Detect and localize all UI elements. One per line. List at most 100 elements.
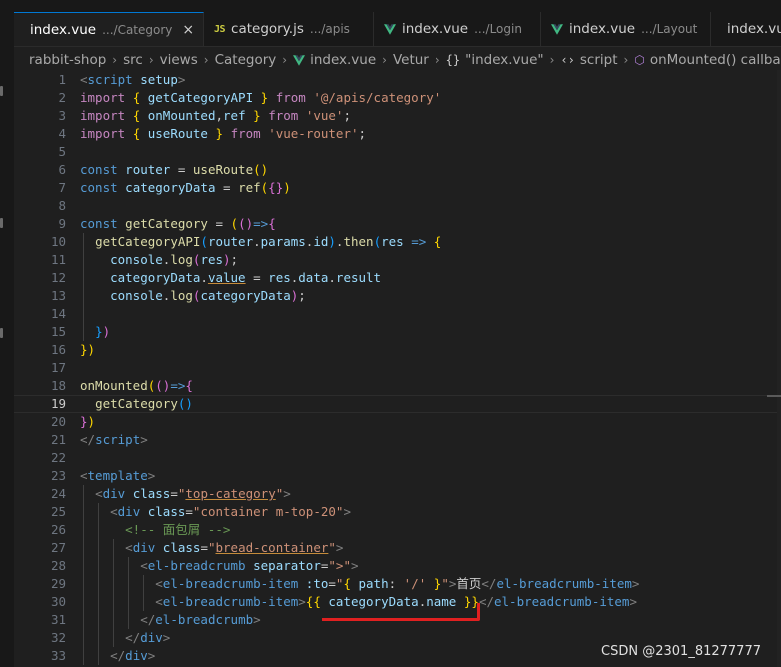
code-line[interactable]: 17	[14, 359, 781, 377]
code-line[interactable]: 26 <!-- 面包屑 -->	[14, 521, 781, 539]
tab-filename: index.vue	[727, 21, 781, 37]
code-line[interactable]: 22	[14, 449, 781, 467]
code-token: =	[200, 540, 208, 555]
code-token: )	[283, 180, 291, 195]
breadcrumb-item[interactable]: rabbit-shop	[29, 52, 106, 68]
code-line[interactable]: 12 categoryData.value = res.data.result	[14, 269, 781, 287]
code-token: {	[185, 378, 193, 393]
code-line[interactable]: 11 console.log(res);	[14, 251, 781, 269]
code-token: from	[268, 108, 299, 123]
code-token: div	[125, 648, 148, 663]
breadcrumb-label: Category	[214, 52, 277, 68]
scrollbar[interactable]	[777, 70, 781, 667]
code-token: useRoute	[147, 126, 208, 141]
breadcrumb-item[interactable]: Vetur	[393, 52, 429, 68]
code-text: </script>	[80, 431, 148, 449]
code-text: </el-breadcrumb>	[80, 611, 260, 629]
code-line[interactable]: 2 import { getCategoryAPI } from '@/apis/…	[14, 89, 781, 107]
code-text: <div class="top-category">	[80, 485, 291, 503]
code-token: =	[185, 504, 193, 519]
breadcrumb-item[interactable]: ⬡ onMounted() callback	[634, 52, 781, 68]
code-token: 'vue'	[305, 108, 344, 123]
breadcrumb-item[interactable]: Category	[215, 52, 277, 68]
code-token: =	[215, 180, 239, 195]
breadcrumb-item[interactable]: {} "index.vue"	[446, 52, 544, 68]
tab-filename: category.js	[231, 21, 304, 37]
code-line[interactable]: 8	[14, 197, 781, 215]
code-text: getCategoryAPI(router.params.id).then(re…	[80, 233, 441, 251]
code-token: ;	[343, 108, 351, 123]
cube-icon: ⬡	[634, 53, 645, 67]
code-line[interactable]: 13 console.log(categoryData);	[14, 287, 781, 305]
code-token: </	[481, 576, 497, 591]
breadcrumb-item[interactable]: ‹› script	[560, 52, 617, 68]
breadcrumb-item[interactable]: index.vue	[293, 52, 376, 68]
code-line[interactable]: 20})	[14, 413, 781, 431]
code-token: log	[170, 252, 193, 267]
code-text: <!-- 面包屑 -->	[80, 521, 230, 539]
code-token: el-breadcrumb	[155, 612, 254, 627]
indent-guide	[128, 557, 130, 629]
code-line[interactable]: 9 const getCategory = (()=>{	[14, 215, 781, 233]
code-line[interactable]: 1 <script setup>	[14, 71, 781, 89]
code-token: ;	[358, 126, 367, 141]
tab-filename: index.vue	[402, 21, 469, 37]
code-token: bread-container	[215, 540, 329, 555]
close-icon[interactable]: ×	[182, 22, 194, 38]
code-token: import	[80, 126, 126, 141]
code-text: console.log(res);	[80, 251, 238, 269]
line-number: 31	[50, 612, 66, 627]
code-line[interactable]: 10 getCategoryAPI(router.params.id).then…	[14, 233, 781, 251]
code-token: =	[245, 270, 269, 285]
line-number: 17	[50, 360, 66, 375]
code-line[interactable]: 23 <template>	[14, 467, 781, 485]
code-token: const	[80, 162, 118, 177]
line-number: 30	[50, 594, 66, 609]
code-token: value	[207, 270, 246, 285]
code-line[interactable]: 6 const router = useRoute()	[14, 161, 781, 179]
line-number: 16	[50, 342, 66, 357]
editor-tab[interactable]: index.vue .../Login	[374, 12, 541, 46]
code-token: categoryData	[200, 288, 291, 303]
code-line[interactable]: 19 getCategory()	[14, 395, 781, 413]
code-line[interactable]: 21 </script>	[14, 431, 781, 449]
editor-tab[interactable]: index.vue .../Layout	[541, 12, 711, 46]
code-token: ()	[177, 396, 193, 411]
editor-tab[interactable]: JS category.js .../apis	[204, 12, 374, 46]
breadcrumb-item[interactable]: views	[160, 52, 198, 68]
code-line[interactable]: 16})	[14, 341, 781, 359]
code-token: =	[170, 162, 193, 177]
code-line[interactable]: 24 <div class="top-category">	[14, 485, 781, 503]
breadcrumb-item[interactable]: src	[123, 52, 143, 68]
code-token: >	[162, 630, 171, 645]
line-number: 12	[50, 270, 66, 285]
code-token: class	[147, 504, 186, 519]
editor-tab[interactable]: index.vue .../Category ×	[14, 12, 204, 46]
code-line[interactable]: 3 import { onMounted,ref } from 'vue';	[14, 107, 781, 125]
code-token: ,	[215, 108, 224, 123]
code-token: then	[343, 234, 374, 249]
code-token: <	[125, 540, 133, 555]
code-line[interactable]: 15 })	[14, 323, 781, 341]
code-token: '@/apis/category'	[313, 90, 442, 105]
code-line[interactable]: 5	[14, 143, 781, 161]
code-token: }	[215, 126, 224, 141]
activity-bar	[0, 0, 14, 667]
code-token: <	[155, 594, 163, 609]
code-line[interactable]: 7 const categoryData = ref({})	[14, 179, 781, 197]
code-editor[interactable]: 1 <script setup> 2 import { getCategoryAPI …	[14, 70, 781, 667]
code-token: el-breadcrumb	[147, 558, 246, 573]
editor-tab[interactable]: index.vue	[711, 12, 781, 46]
code-line[interactable]: 27 <div class="bread-container">	[14, 539, 781, 557]
code-line[interactable]: 4 import { useRoute } from 'vue-router';	[14, 125, 781, 143]
code-token: router	[125, 162, 171, 177]
code-text: <template>	[80, 467, 155, 485]
code-line[interactable]: 25 <div class="container m-top-20">	[14, 503, 781, 521]
code-line[interactable]: 18 onMounted(()=>{	[14, 377, 781, 395]
code-token: ()	[238, 216, 254, 231]
code-line[interactable]: 14	[14, 305, 781, 323]
